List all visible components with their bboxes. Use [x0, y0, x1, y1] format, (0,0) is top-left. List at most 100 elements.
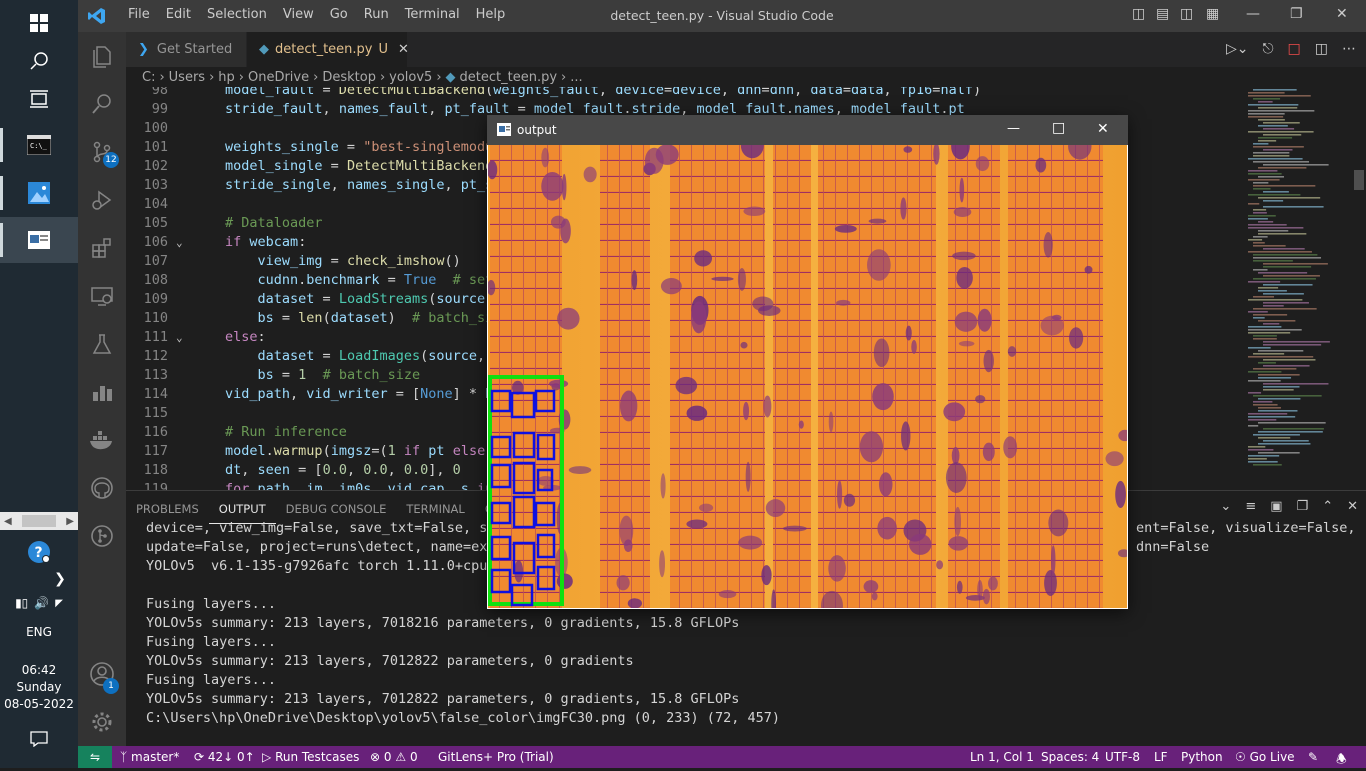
more-actions-icon[interactable]: ⋯	[1342, 41, 1356, 57]
remote-explorer-button[interactable]	[78, 272, 126, 320]
maximize-button[interactable]: □	[1052, 120, 1065, 136]
scroll-thumb[interactable]	[1354, 170, 1364, 190]
stop-icon[interactable]: □	[1288, 41, 1301, 57]
sync-icon: ⟳	[194, 750, 205, 764]
breadcrumb-item[interactable]: Desktop	[322, 70, 376, 85]
input-language[interactable]: ENG	[0, 625, 78, 639]
terminal-app-icon: C:\_	[27, 135, 51, 155]
output-window-titlebar[interactable]: output — □ ✕	[487, 115, 1128, 145]
github-button[interactable]	[78, 464, 126, 512]
gitlens-button[interactable]	[78, 512, 126, 560]
toggle-secondary-sidebar-icon[interactable]: ◫	[1180, 6, 1193, 22]
run-python-file-icon[interactable]: ▷⌄	[1226, 41, 1249, 57]
clock-day[interactable]: Sunday	[0, 680, 78, 694]
testing-button[interactable]	[78, 320, 126, 368]
scroll-thumb[interactable]	[22, 515, 56, 527]
extensions-button[interactable]	[78, 224, 126, 272]
taskbar-app-photos[interactable]	[0, 170, 78, 216]
explorer-button[interactable]	[78, 32, 126, 80]
split-editor-icon[interactable]: ◫	[1315, 41, 1328, 57]
fold-chevron-icon[interactable]: ⌄	[176, 233, 183, 252]
breadcrumb-item[interactable]: Users	[169, 70, 205, 85]
lock-icon[interactable]: ▣	[1270, 499, 1282, 514]
breadcrumb-item[interactable]: detect_teen.py	[460, 70, 558, 85]
clock-date[interactable]: 08-05-2022	[0, 697, 78, 711]
cursor-position[interactable]: Ln 1, Col 1	[970, 750, 1034, 764]
go-live-item[interactable]: ☉ Go Live	[1235, 750, 1295, 764]
clock-time[interactable]: 06:42	[0, 663, 78, 677]
indentation[interactable]: Spaces: 4	[1041, 750, 1099, 764]
code-line: # Run inference	[225, 424, 347, 440]
accounts-button[interactable]: 1	[78, 650, 126, 698]
run-testcases-item[interactable]: ▷ Run Testcases	[262, 750, 359, 764]
notification-center-button[interactable]	[0, 716, 78, 762]
problems-item[interactable]: ⊗ 0 ⚠ 0	[370, 750, 418, 764]
toggle-panel-icon[interactable]: ▤	[1156, 6, 1169, 22]
scroll-left-icon[interactable]: ◀	[4, 516, 12, 527]
battery-icon[interactable]: ▮▯	[15, 596, 28, 610]
line-number: 112	[143, 348, 168, 364]
gitlens-item[interactable]: GitLens+ Pro (Trial)	[438, 750, 554, 764]
minimap-line	[1248, 332, 1291, 334]
breadcrumb-item[interactable]: OneDrive	[248, 70, 309, 85]
task-view-button[interactable]	[0, 76, 78, 122]
feedback-icon[interactable]: ✎	[1308, 750, 1318, 764]
minimap-line	[1248, 215, 1276, 217]
sync-item[interactable]: ⟳ 42↓ 0↑	[194, 750, 255, 764]
docker-button[interactable]	[78, 416, 126, 464]
minimize-button[interactable]: —	[1007, 121, 1020, 136]
branch-item[interactable]: ᛉ master*	[120, 750, 179, 764]
open-changes-icon[interactable]: ⎋	[1262, 41, 1273, 57]
minimap-line	[1263, 305, 1284, 307]
taskbar-scrollbar[interactable]: ◀ ▶	[0, 512, 78, 530]
scroll-right-icon[interactable]: ▶	[66, 516, 74, 527]
minimap[interactable]	[1246, 87, 1352, 490]
close-button[interactable]: ✕	[1097, 121, 1109, 137]
taskbar-app-terminal[interactable]: C:\_	[0, 122, 78, 168]
manage-button[interactable]	[78, 698, 126, 746]
minimap-line	[1248, 311, 1268, 313]
minimap-line	[1248, 347, 1271, 349]
stats-button[interactable]	[78, 368, 126, 416]
close-panel-icon[interactable]: ✕	[1347, 499, 1358, 514]
language-mode[interactable]: Python	[1181, 750, 1223, 764]
minimap-line	[1258, 437, 1291, 439]
extensions-icon	[92, 238, 111, 258]
editor-actions: ▷⌄ ⎋ □ ◫ ⋯	[1226, 41, 1356, 57]
search-view-button[interactable]	[78, 80, 126, 128]
taskbar-app-output-window[interactable]	[0, 217, 78, 263]
editor-scrollbar[interactable]	[1352, 87, 1366, 490]
minimap-line	[1258, 374, 1300, 376]
encoding[interactable]: UTF-8	[1105, 750, 1140, 764]
remote-indicator[interactable]: ⇋	[78, 746, 112, 768]
output-image-window[interactable]: output — □ ✕	[487, 115, 1128, 609]
close-tab-icon[interactable]: ✕	[398, 42, 409, 57]
close-button[interactable]: ✕	[1336, 6, 1348, 22]
hotspot-blob	[1105, 451, 1124, 467]
volume-icon[interactable]: 🔊	[34, 596, 49, 610]
breadcrumb-item[interactable]: hp	[218, 70, 235, 85]
breadcrumb-item[interactable]: yolov5	[389, 70, 432, 85]
minimap-line	[1263, 128, 1295, 130]
hotspot-blob	[1035, 157, 1047, 173]
open-in-editor-icon[interactable]: ❐	[1297, 499, 1309, 514]
breadcrumb-item[interactable]: ...	[570, 70, 582, 85]
run-debug-button[interactable]	[78, 176, 126, 224]
tab-get-started[interactable]: ❯ Get Started	[126, 32, 246, 67]
restore-button[interactable]: ❐	[1290, 6, 1303, 22]
minimap-line	[1263, 323, 1280, 325]
wifi-icon[interactable]: ◤	[55, 598, 63, 609]
fold-chevron-icon[interactable]: ⌄	[176, 328, 183, 347]
toggle-sidebar-icon[interactable]: ◫	[1132, 6, 1145, 22]
output-channel-dropdown-icon[interactable]: ⌄	[1220, 499, 1231, 514]
maximize-panel-icon[interactable]: ⌃	[1322, 499, 1333, 514]
tab-detect-teen[interactable]: ◆ detect_teen.py U ✕	[247, 32, 409, 67]
minimize-button[interactable]: —	[1246, 6, 1260, 22]
end-of-line[interactable]: LF	[1154, 750, 1168, 764]
line-number: 98	[151, 87, 168, 98]
output-line: device=, view_img=False, save_txt=False,…	[146, 520, 512, 536]
clear-output-icon[interactable]: ≡	[1245, 499, 1256, 514]
source-control-button[interactable]: 12	[78, 128, 126, 176]
breadcrumb-item[interactable]: C:	[142, 70, 155, 85]
customize-layout-icon[interactable]: ▦	[1206, 6, 1219, 22]
